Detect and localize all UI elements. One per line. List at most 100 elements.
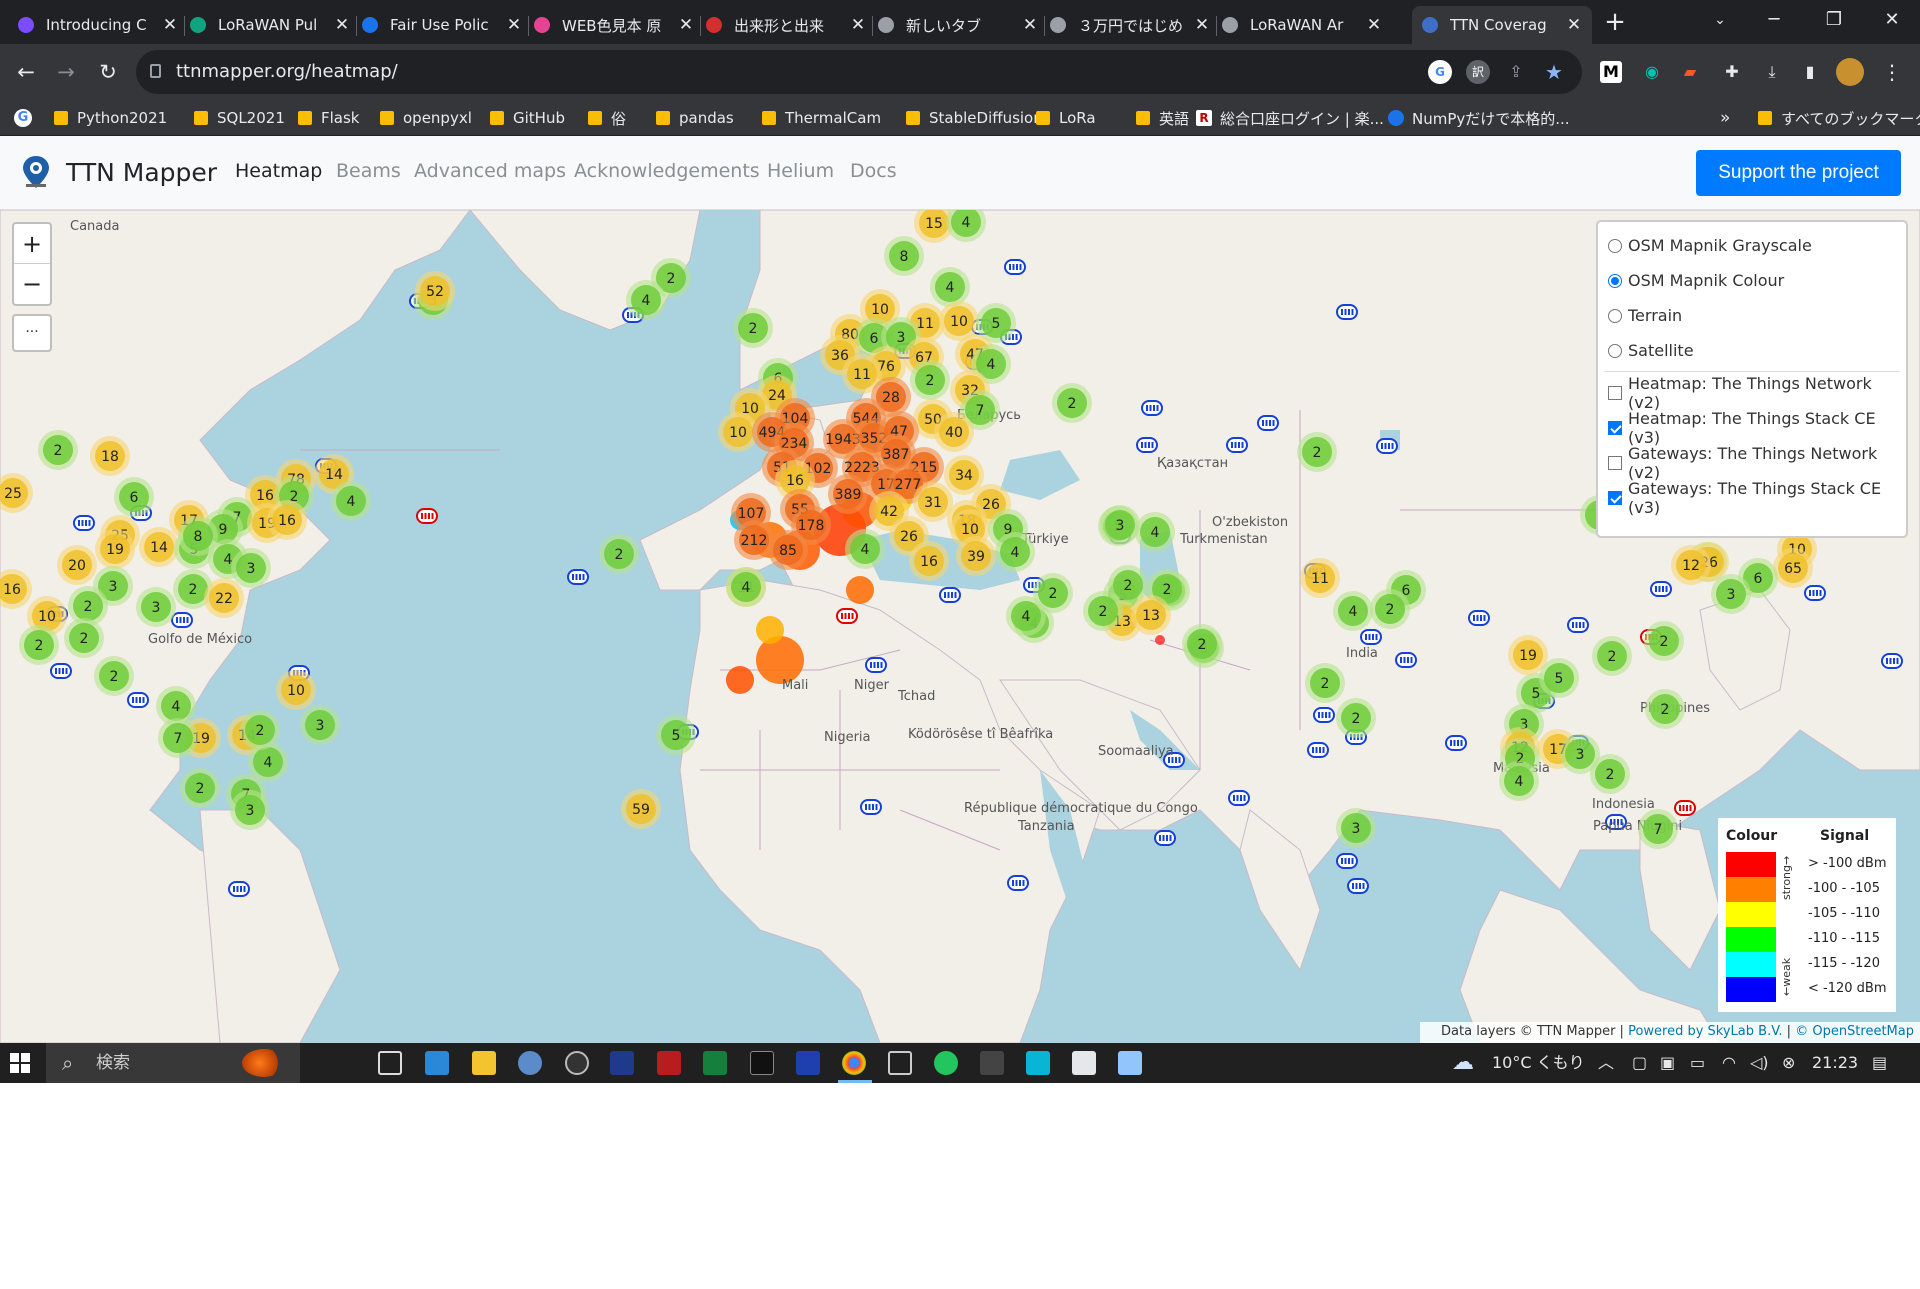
- radio-button[interactable]: [1608, 343, 1622, 358]
- google-lens-icon[interactable]: G: [1428, 60, 1452, 84]
- reload-icon[interactable]: ↻: [92, 56, 124, 88]
- radio-button[interactable]: [1608, 273, 1622, 288]
- cluster-marker[interactable]: 65: [1773, 548, 1813, 588]
- bookmark-item[interactable]: SQL2021: [194, 108, 285, 128]
- bookmark-item[interactable]: 俗: [588, 108, 626, 128]
- translate-icon[interactable]: 訳: [1466, 60, 1490, 84]
- cluster-marker[interactable]: 3: [136, 587, 176, 627]
- bookmark-star-icon[interactable]: ★: [1542, 60, 1566, 84]
- weather-cloud-icon[interactable]: ☁: [1452, 1043, 1474, 1083]
- cluster-marker[interactable]: 2: [1336, 698, 1376, 738]
- extension-office-icon[interactable]: ▰: [1676, 58, 1704, 86]
- cluster-marker[interactable]: 2: [240, 710, 280, 750]
- close-window-button[interactable]: ✕: [1864, 0, 1920, 40]
- profile-avatar[interactable]: [1836, 58, 1864, 86]
- cluster-marker[interactable]: 2: [1305, 663, 1345, 703]
- tab-close-icon[interactable]: ✕: [1194, 15, 1210, 35]
- cluster-marker[interactable]: 10: [276, 670, 316, 710]
- nav-link-acknowledgements[interactable]: Acknowledgements: [574, 160, 760, 182]
- bookmark-item[interactable]: ThermalCam: [762, 108, 881, 128]
- cluster-marker[interactable]: 2: [1297, 432, 1337, 472]
- cluster-marker[interactable]: 389: [828, 474, 868, 514]
- tray-overflow-icon[interactable]: ︿: [1598, 1043, 1614, 1083]
- cluster-marker[interactable]: 14: [139, 527, 179, 567]
- tab-close-icon[interactable]: ✕: [506, 15, 522, 35]
- checkbox[interactable]: [1608, 455, 1622, 470]
- base-layer-option[interactable]: OSM Mapnik Grayscale: [1604, 228, 1900, 263]
- browser-tab[interactable]: WEB色見本 原 ✕: [524, 6, 704, 44]
- cluster-marker[interactable]: 2: [599, 534, 639, 574]
- cluster-marker[interactable]: 3: [231, 548, 271, 588]
- cluster-marker[interactable]: 20: [57, 545, 97, 585]
- cluster-marker[interactable]: 4: [626, 280, 666, 320]
- browser-tab[interactable]: LoRaWAN Pul ✕: [180, 6, 360, 44]
- gateway-marker-icon[interactable]: [1004, 259, 1026, 275]
- gateway-marker-icon[interactable]: [1881, 653, 1903, 669]
- wifi-icon[interactable]: ◠: [1722, 1043, 1736, 1083]
- notification-icon[interactable]: ▤: [1872, 1043, 1887, 1083]
- overlay-option[interactable]: Heatmap: The Things Stack CE (v3): [1604, 409, 1900, 447]
- volume-icon[interactable]: ◁): [1750, 1043, 1769, 1083]
- taskbar-search-box[interactable]: ⌕ 検索: [46, 1043, 300, 1083]
- tab-close-icon[interactable]: ✕: [1566, 15, 1582, 35]
- cluster-marker[interactable]: 8: [884, 236, 924, 276]
- browser-tab[interactable]: TTN Coverag ✕: [1412, 6, 1592, 44]
- gateway-marker-icon[interactable]: [50, 663, 72, 679]
- overlay-option[interactable]: Gateways: The Things Network (v2): [1604, 444, 1900, 482]
- browser-tab[interactable]: Introducing C ✕: [8, 6, 188, 44]
- cluster-marker[interactable]: 3: [300, 705, 340, 745]
- cluster-marker[interactable]: 5: [1539, 658, 1579, 698]
- map-view[interactable]: CanadaGolfo de MéxicoБеларусьҚазақстанO'…: [0, 210, 1920, 1043]
- cluster-marker[interactable]: 2: [1083, 591, 1123, 631]
- gateway-marker-icon[interactable]: [1804, 585, 1826, 601]
- tab-close-icon[interactable]: ✕: [678, 15, 694, 35]
- tab-close-icon[interactable]: ✕: [850, 15, 866, 35]
- cluster-marker[interactable]: 212: [734, 520, 774, 560]
- tray-monitor-icon[interactable]: ▣: [1660, 1043, 1675, 1083]
- cluster-marker[interactable]: 6: [114, 477, 154, 517]
- gateway-marker-icon[interactable]: [1154, 830, 1176, 846]
- gateway-marker-icon[interactable]: [228, 881, 250, 897]
- bookmark-item[interactable]: Flask: [298, 108, 360, 128]
- gateway-marker-icon[interactable]: [1674, 800, 1696, 816]
- tab-close-icon[interactable]: ✕: [1366, 15, 1382, 35]
- bookmark-item[interactable]: NumPyだけで本格的...: [1388, 108, 1570, 128]
- cluster-marker[interactable]: 13: [1131, 595, 1171, 635]
- gateway-marker-icon[interactable]: [171, 612, 193, 628]
- app-icon-6[interactable]: [657, 1051, 681, 1075]
- cluster-marker[interactable]: 4: [331, 481, 371, 521]
- extension-eye-icon[interactable]: ◉: [1638, 58, 1666, 86]
- cluster-marker[interactable]: 4: [845, 529, 885, 569]
- bookmark-item[interactable]: pandas: [656, 108, 734, 128]
- tab-close-icon[interactable]: ✕: [334, 15, 350, 35]
- gateway-marker-icon[interactable]: [1228, 790, 1250, 806]
- brand[interactable]: TTN Mapper: [18, 154, 217, 190]
- nav-link-beams[interactable]: Beams: [336, 160, 401, 182]
- overlay-option[interactable]: Gateways: The Things Stack CE (v3): [1604, 479, 1900, 517]
- gateway-marker-icon[interactable]: [73, 515, 95, 531]
- bookmark-item[interactable]: GitHub: [490, 108, 565, 128]
- zoom-out-button[interactable]: −: [14, 264, 50, 304]
- app-icon-13[interactable]: [980, 1051, 1004, 1075]
- cluster-marker[interactable]: 7: [158, 718, 198, 758]
- gateway-marker-icon[interactable]: [1468, 610, 1490, 626]
- expand-controls-button[interactable]: ···: [12, 314, 52, 352]
- app-icon-1[interactable]: [425, 1051, 449, 1075]
- bookmark-item[interactable]: 英語: [1136, 108, 1189, 128]
- extension-m-icon[interactable]: M: [1600, 61, 1622, 83]
- gateway-marker-icon[interactable]: [1313, 707, 1335, 723]
- app-icon-15[interactable]: [1072, 1051, 1096, 1075]
- powered-by-link[interactable]: Powered by SkyLab B.V.: [1628, 1024, 1782, 1039]
- gateway-marker-icon[interactable]: [1395, 652, 1417, 668]
- cluster-marker[interactable]: 39: [956, 536, 996, 576]
- tab-close-icon[interactable]: ✕: [162, 15, 178, 35]
- base-layer-option[interactable]: Terrain: [1604, 298, 1900, 333]
- file-explorer-icon[interactable]: [472, 1051, 496, 1075]
- cluster-marker[interactable]: 4: [1006, 596, 1046, 636]
- app-icon-9[interactable]: [796, 1051, 820, 1075]
- radio-button[interactable]: [1608, 308, 1622, 323]
- gateway-marker-icon[interactable]: [1360, 629, 1382, 645]
- cluster-marker[interactable]: 4: [726, 567, 766, 607]
- gateway-marker-icon[interactable]: [416, 508, 438, 524]
- share-icon[interactable]: ⇪: [1504, 60, 1528, 84]
